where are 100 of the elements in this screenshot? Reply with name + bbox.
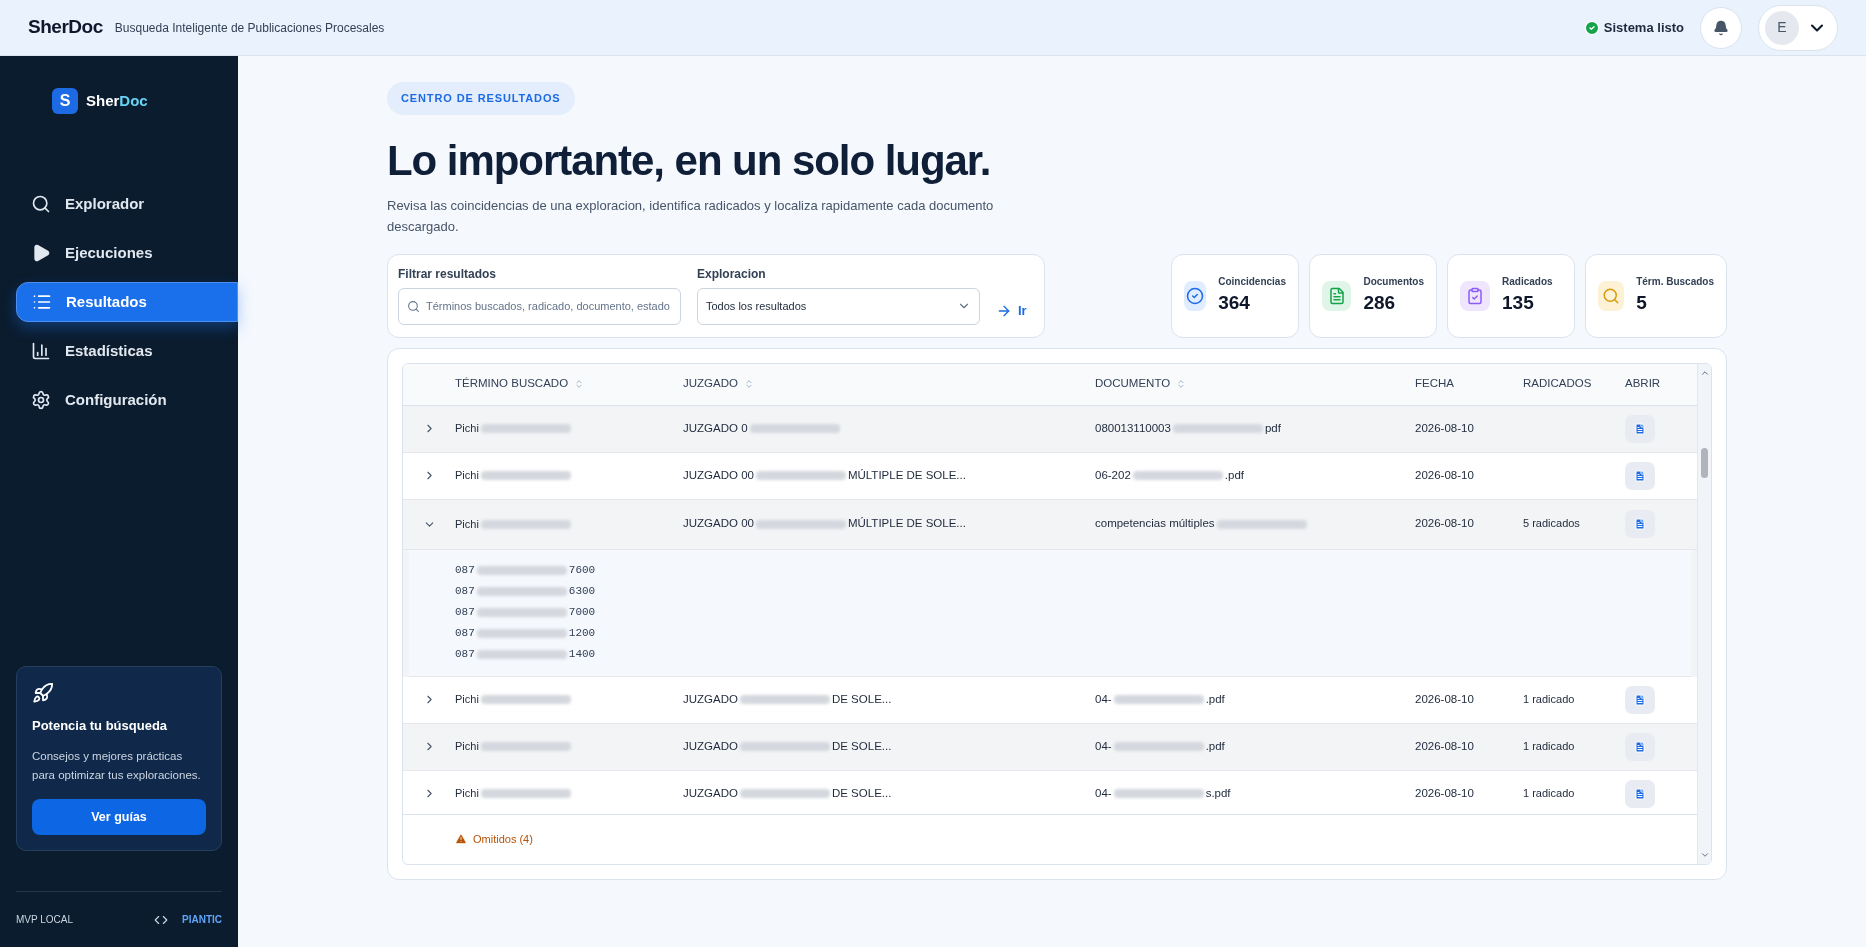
column-header[interactable]: FECHA xyxy=(1415,375,1454,393)
brand-name: SherDoc xyxy=(28,15,103,40)
open-document-button[interactable] xyxy=(1625,461,1655,490)
court-cell-text: MÚLTIPLE DE SOLE... xyxy=(847,516,966,532)
sidebar-item[interactable]: Explorador xyxy=(16,184,238,224)
guides-button[interactable]: Ver guías xyxy=(32,799,206,835)
term-cell-text: Pichi xyxy=(455,516,479,532)
open-document-button[interactable] xyxy=(1625,732,1655,761)
radicados-cell: 1 radicado xyxy=(1523,786,1575,799)
radicado-number: 1200 xyxy=(568,626,596,642)
document-cell-text: 080013110003 xyxy=(1095,420,1171,436)
rocket-icon xyxy=(32,681,54,704)
go-button[interactable]: Ir xyxy=(996,298,1027,323)
term-cell-text: Pichi xyxy=(455,786,479,802)
column-header[interactable]: DOCUMENTO xyxy=(1095,375,1187,393)
stat-label: Térm. Buscados xyxy=(1636,274,1714,289)
bar-chart-icon xyxy=(31,341,51,361)
notifications-button[interactable] xyxy=(1700,6,1742,49)
company-label: PIANTIC xyxy=(182,913,222,927)
sort-icon xyxy=(574,379,585,389)
radicados-cell: 1 radicado xyxy=(1523,739,1575,752)
radicado-number: 1400 xyxy=(568,647,596,663)
radicado-number: 6300 xyxy=(568,584,596,600)
radicado-number: 087 xyxy=(455,563,475,579)
user-menu-button[interactable]: E xyxy=(1758,4,1838,51)
radicado-number: 7000 xyxy=(568,605,596,621)
stat-label: Radicados xyxy=(1502,274,1553,289)
court-cell-text: MÚLTIPLE DE SOLE... xyxy=(847,467,966,483)
stat-label: Documentos xyxy=(1363,274,1424,289)
scrollbar-thumb[interactable] xyxy=(1701,447,1708,478)
radicado-number: 7600 xyxy=(568,563,596,579)
document-cell-text: s.pdf xyxy=(1205,785,1231,801)
radicado-number: 087 xyxy=(455,584,475,600)
court-cell-text: DE SOLE... xyxy=(831,738,892,754)
term-cell-text: Pichi xyxy=(455,421,479,437)
logo-text: SherDoc xyxy=(86,90,148,111)
status-text: Sistema listo xyxy=(1603,18,1684,37)
sidebar-item[interactable]: Resultados xyxy=(16,282,238,322)
search-icon xyxy=(1602,286,1621,305)
promo-title: Potencia tu búsqueda xyxy=(32,716,169,735)
court-cell-text: JUZGADO 00 xyxy=(683,516,754,532)
term-cell-text: Pichi xyxy=(455,468,479,484)
promo-text: Consejos y mejores prácticas para optimizar tus exploraciones. xyxy=(32,749,202,783)
sidebar-item[interactable]: Ejecuciones xyxy=(16,233,238,273)
user-avatar: E xyxy=(1765,10,1799,45)
court-cell-text: JUZGADO xyxy=(683,738,738,754)
stat-value: 286 xyxy=(1363,290,1397,315)
document-cell-text: competencias múltiples xyxy=(1095,516,1215,532)
date-cell-text: 2026-08-10 xyxy=(1415,785,1475,801)
court-cell-text: JUZGADO 00 xyxy=(683,467,754,483)
omitted-link[interactable]: Omitidos (4) xyxy=(473,830,533,848)
document-icon xyxy=(1634,693,1646,706)
open-document-button[interactable] xyxy=(1625,510,1655,538)
document-cell-text: 06-202 xyxy=(1095,467,1131,483)
radicado-number: 087 xyxy=(455,626,475,642)
date-cell-text: 2026-08-10 xyxy=(1415,691,1475,707)
column-header[interactable]: TÉRMINO BUSCADO xyxy=(455,375,585,393)
status-check-icon xyxy=(1583,19,1600,36)
sort-icon xyxy=(743,379,754,389)
document-cell-text: 04- xyxy=(1095,785,1112,801)
document-icon xyxy=(1634,740,1646,753)
court-cell-text: JUZGADO xyxy=(683,785,738,801)
play-icon xyxy=(31,243,51,263)
court-cell-text: DE SOLE... xyxy=(831,691,892,707)
bell-icon xyxy=(1713,19,1729,36)
column-header[interactable]: ABRIR xyxy=(1625,375,1661,393)
document-icon xyxy=(1634,422,1646,435)
document-icon xyxy=(1634,469,1646,482)
sidebar-item[interactable]: Estadísticas xyxy=(16,331,238,371)
term-cell-text: Pichi xyxy=(455,692,479,708)
column-header[interactable]: RADICADOS xyxy=(1523,375,1592,393)
list-icon xyxy=(32,292,52,312)
document-cell-text: .pdf xyxy=(1205,691,1225,707)
radicado-number: 087 xyxy=(455,605,475,621)
app-subtitle: Busqueda Inteligente de Publicaciones Procesales xyxy=(114,19,385,37)
search-field[interactable]: Términos buscados, radicado, documento, estado xyxy=(398,287,681,325)
settings-icon xyxy=(31,390,51,410)
document-cell-text: .pdf xyxy=(1224,467,1244,483)
date-cell-text: 2026-08-10 xyxy=(1415,420,1475,436)
radicados-cell: 1 radicado xyxy=(1523,692,1575,705)
open-document-button[interactable] xyxy=(1625,685,1655,714)
stat-label: Coincidencias xyxy=(1218,274,1286,289)
column-header[interactable]: JUZGADO xyxy=(683,375,754,393)
page-description: Revisa las coincidencias de una exploracion, identifica radicados y localiza rapidamente cada documento descargado. xyxy=(387,196,995,236)
court-cell-text: JUZGADO xyxy=(683,691,738,707)
clipboard-check-icon xyxy=(1466,286,1484,305)
search-input[interactable]: Términos buscados, radicado, documento, estado xyxy=(426,297,672,315)
sidebar-item[interactable]: Configuración xyxy=(16,380,238,420)
document-icon xyxy=(1634,518,1646,530)
exploration-dropdown[interactable]: Todos los resultados xyxy=(697,287,980,325)
open-document-button[interactable] xyxy=(1625,779,1655,808)
logo-mark: S xyxy=(52,88,78,114)
exploration-label: Exploracion xyxy=(697,265,767,283)
term-cell-text: Pichi xyxy=(455,739,479,755)
section-badge: CENTRO DE RESULTADOS xyxy=(387,82,575,115)
stat-value: 5 xyxy=(1636,290,1648,315)
search-icon xyxy=(407,299,420,313)
sort-icon xyxy=(1176,379,1187,389)
document-cell-text: 04- xyxy=(1095,738,1112,754)
open-document-button[interactable] xyxy=(1625,414,1655,443)
